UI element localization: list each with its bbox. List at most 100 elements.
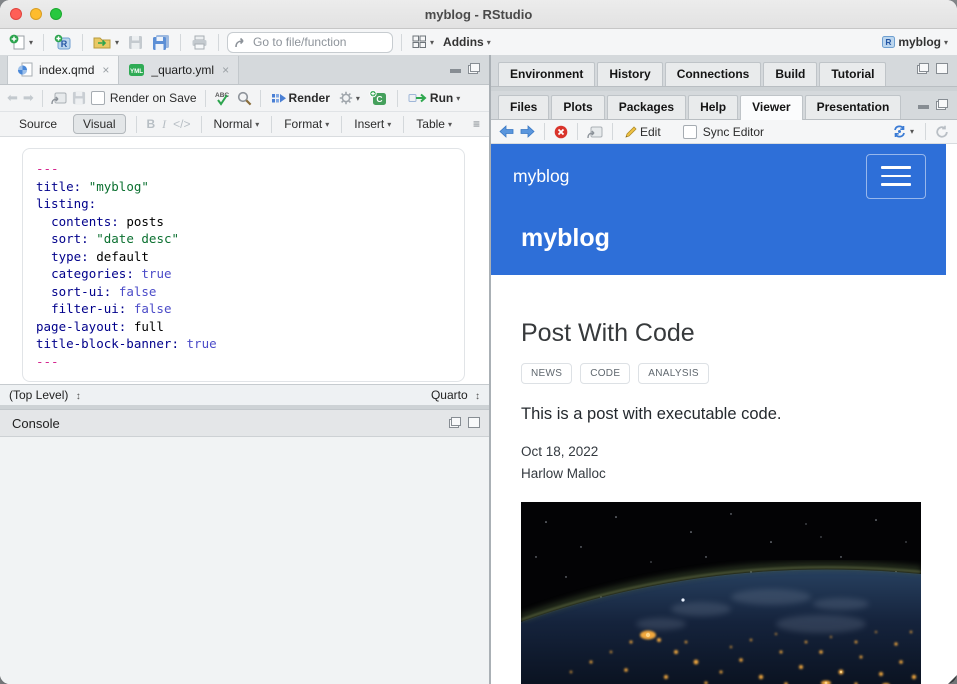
tab-tutorial[interactable]: Tutorial bbox=[819, 62, 886, 86]
close-tab-icon[interactable]: × bbox=[222, 63, 229, 77]
forward-icon[interactable]: ➡ bbox=[23, 90, 34, 106]
tab-plots[interactable]: Plots bbox=[551, 95, 604, 119]
open-in-window-icon[interactable] bbox=[51, 91, 67, 105]
open-file-button[interactable]: ▾ bbox=[91, 33, 121, 51]
back-icon[interactable]: ⬅ bbox=[7, 90, 18, 106]
render-on-save-checkbox[interactable] bbox=[91, 91, 105, 105]
new-project-button[interactable]: R bbox=[52, 33, 74, 52]
code-line[interactable]: sort-ui: false bbox=[36, 283, 451, 301]
code-line[interactable]: contents: posts bbox=[36, 213, 451, 231]
save-button[interactable] bbox=[126, 34, 145, 51]
new-project-icon: R bbox=[54, 34, 72, 51]
tab-quarto-yml[interactable]: YML _quarto.yml × bbox=[119, 56, 239, 84]
find-icon[interactable] bbox=[237, 91, 252, 106]
sync-viewer-button[interactable]: ▾ bbox=[890, 124, 916, 139]
spellcheck-icon[interactable]: ABC bbox=[214, 90, 232, 106]
category-badge[interactable]: ANALYSIS bbox=[638, 363, 709, 384]
scope-selector[interactable]: (Top Level) ↕ bbox=[9, 388, 81, 402]
divider bbox=[271, 116, 272, 133]
code-line[interactable]: categories: true bbox=[36, 265, 451, 283]
edit-button[interactable]: Edit bbox=[622, 124, 663, 140]
print-button[interactable] bbox=[189, 34, 210, 51]
tab-viewer[interactable]: Viewer bbox=[740, 95, 802, 120]
insert-chunk-button[interactable]: C bbox=[367, 89, 389, 107]
new-file-icon bbox=[9, 34, 26, 51]
close-tab-icon[interactable]: × bbox=[102, 63, 109, 77]
insert-menu[interactable]: Insert ▾ bbox=[352, 116, 393, 132]
tab-presentation[interactable]: Presentation bbox=[805, 95, 902, 119]
window-resize-grip[interactable] bbox=[948, 675, 957, 684]
code-line[interactable]: --- bbox=[36, 160, 451, 178]
tab-history[interactable]: History bbox=[597, 62, 662, 86]
language-mode-selector[interactable]: Quarto ↕ bbox=[431, 388, 480, 402]
viewer-back-icon[interactable] bbox=[499, 125, 514, 138]
yml-file-icon: YML bbox=[128, 63, 145, 77]
code-format-button[interactable]: </> bbox=[173, 117, 190, 131]
code-line[interactable]: filter-ui: false bbox=[36, 300, 451, 318]
outline-icon[interactable]: ≡ bbox=[473, 117, 479, 131]
code-line[interactable]: title: "myblog" bbox=[36, 178, 451, 196]
stop-icon[interactable] bbox=[554, 125, 568, 139]
save-all-button[interactable] bbox=[150, 33, 172, 51]
project-selector[interactable]: R myblog ▾ bbox=[879, 34, 950, 50]
paragraph-style-dropdown[interactable]: Normal ▾ bbox=[212, 116, 262, 132]
restore-pane-icon[interactable] bbox=[449, 417, 461, 428]
bold-button[interactable]: B bbox=[147, 117, 156, 131]
console-body[interactable] bbox=[0, 437, 489, 684]
pane-layout-button[interactable]: ▾ bbox=[410, 34, 436, 50]
viewer-forward-icon[interactable] bbox=[520, 125, 535, 138]
quarto-document-icon bbox=[17, 62, 33, 78]
run-button[interactable]: Run ▾ bbox=[406, 90, 462, 106]
refresh-icon[interactable] bbox=[935, 125, 949, 139]
viewer-webpage[interactable]: myblog myblog Post With Code NEWSCODEANA… bbox=[491, 144, 957, 684]
table-menu-label: Table bbox=[416, 117, 445, 131]
tab-help[interactable]: Help bbox=[688, 95, 738, 119]
environment-pane-controls bbox=[917, 63, 948, 74]
editor-canvas[interactable]: ---title: "myblog"listing: contents: pos… bbox=[0, 137, 489, 384]
new-file-button[interactable]: ▾ bbox=[7, 33, 35, 52]
code-line[interactable]: --- bbox=[36, 353, 451, 371]
code-line[interactable]: page-layout: full bbox=[36, 318, 451, 336]
blog-brand-link[interactable]: myblog bbox=[513, 166, 569, 187]
source-mode-button[interactable]: Source bbox=[10, 115, 66, 133]
post-title-link[interactable]: Post With Code bbox=[521, 319, 920, 348]
category-badge[interactable]: NEWS bbox=[521, 363, 572, 384]
restore-pane-icon[interactable] bbox=[917, 63, 929, 74]
minimize-pane-icon[interactable] bbox=[450, 69, 461, 73]
restore-pane-icon[interactable] bbox=[936, 99, 948, 110]
tab-files[interactable]: Files bbox=[498, 95, 549, 119]
tab-environment[interactable]: Environment bbox=[498, 62, 595, 86]
goto-file-input[interactable]: Go to file/function bbox=[227, 32, 393, 53]
code-line[interactable]: title-block-banner: true bbox=[36, 335, 451, 353]
format-menu[interactable]: Format ▾ bbox=[282, 116, 331, 132]
visual-mode-button[interactable]: Visual bbox=[73, 114, 125, 134]
render-options-button[interactable]: ▾ bbox=[337, 90, 362, 106]
run-label: Run bbox=[430, 91, 453, 105]
console-pane-controls bbox=[449, 417, 480, 428]
tab-connections[interactable]: Connections bbox=[665, 62, 762, 86]
minimize-pane-icon[interactable] bbox=[918, 105, 929, 109]
maximize-pane-icon[interactable] bbox=[936, 63, 948, 74]
render-button[interactable]: Render bbox=[269, 90, 332, 106]
open-in-browser-icon[interactable] bbox=[587, 125, 603, 139]
tab-build[interactable]: Build bbox=[763, 62, 817, 86]
code-line[interactable]: listing: bbox=[36, 195, 451, 213]
yaml-metadata-block[interactable]: ---title: "myblog"listing: contents: pos… bbox=[22, 148, 465, 382]
restore-pane-icon[interactable] bbox=[468, 63, 480, 74]
editor-status-bar: (Top Level) ↕ Quarto ↕ bbox=[0, 384, 489, 405]
tab-packages[interactable]: Packages bbox=[607, 95, 686, 119]
earth-night-photo[interactable] bbox=[521, 502, 921, 684]
code-line[interactable]: type: default bbox=[36, 248, 451, 266]
tab-index-qmd[interactable]: index.qmd × bbox=[7, 56, 119, 84]
category-badge[interactable]: CODE bbox=[580, 363, 630, 384]
divider bbox=[218, 34, 219, 51]
save-icon[interactable] bbox=[72, 91, 86, 105]
console-header[interactable]: Console bbox=[0, 409, 489, 437]
italic-button[interactable]: I bbox=[162, 117, 166, 132]
hamburger-menu-button[interactable] bbox=[866, 154, 926, 199]
sync-editor-checkbox[interactable] bbox=[683, 125, 697, 139]
addins-button[interactable]: Addins ▾ bbox=[441, 34, 493, 50]
code-line[interactable]: sort: "date desc" bbox=[36, 230, 451, 248]
maximize-pane-icon[interactable] bbox=[468, 417, 480, 428]
table-menu[interactable]: Table ▾ bbox=[414, 116, 454, 132]
